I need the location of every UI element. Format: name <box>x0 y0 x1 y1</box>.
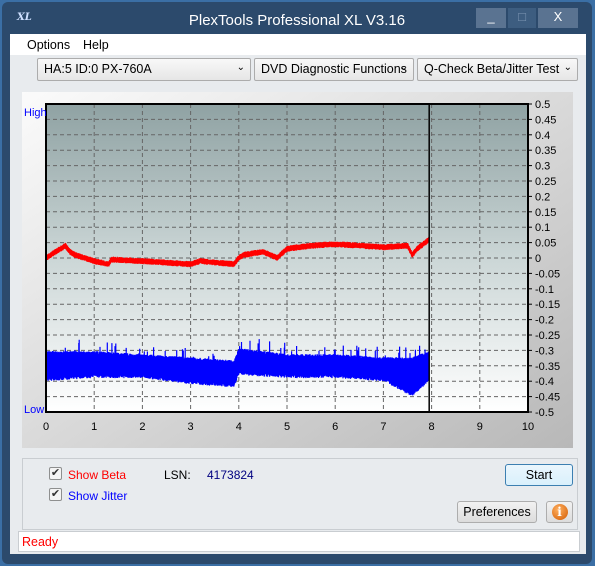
status-bar: Ready <box>18 531 580 552</box>
x-tick-label: 2 <box>139 421 145 433</box>
menu-bar: Options Help <box>10 34 586 55</box>
show-jitter-label[interactable]: Show Jitter <box>68 489 127 503</box>
x-tick-label: 0 <box>43 421 49 433</box>
lsn-label: LSN: <box>164 468 191 482</box>
app-window: XL PlexTools Professional XL V3.16 _ □ X… <box>2 2 592 564</box>
function-value: DVD Diagnostic Functions <box>261 62 407 76</box>
drive-value: HA:5 ID:0 PX-760A <box>44 62 152 76</box>
y-tick-label: 0.35 <box>535 145 556 157</box>
show-beta-checkbox[interactable]: ✔ <box>49 467 62 480</box>
lsn-value: 4173824 <box>207 468 254 482</box>
x-tick-label: 10 <box>522 421 534 433</box>
show-beta-label[interactable]: Show Beta <box>68 468 126 482</box>
controls-group: ✔ Show Beta ✔ Show Jitter LSN: 4173824 S… <box>22 458 578 530</box>
y-tick-label: -0.45 <box>535 392 560 404</box>
y-tick-label: -0.25 <box>535 330 560 342</box>
y-tick-label: 0.5 <box>535 99 550 111</box>
preferences-button[interactable]: Preferences <box>457 501 537 523</box>
y-tick-label: -0.05 <box>535 268 560 280</box>
x-tick-label: 9 <box>477 421 483 433</box>
x-tick-label: 7 <box>380 421 386 433</box>
maximize-button[interactable]: □ <box>508 8 536 28</box>
show-jitter-checkbox[interactable]: ✔ <box>49 488 62 501</box>
drive-select[interactable]: HA:5 ID:0 PX-760A ⌄ <box>37 58 251 81</box>
y-tick-label: 0.05 <box>535 238 556 250</box>
y-tick-label: 0 <box>535 253 541 265</box>
test-select[interactable]: Q-Check Beta/Jitter Test ⌄ <box>417 58 578 81</box>
y-tick-label: -0.35 <box>535 361 560 373</box>
x-tick-label: 8 <box>429 421 435 433</box>
test-value: Q-Check Beta/Jitter Test <box>424 62 560 76</box>
high-label: High <box>24 107 47 119</box>
y-tick-label: -0.2 <box>535 315 554 327</box>
y-tick-label: -0.3 <box>535 345 554 357</box>
chevron-down-icon: ⌄ <box>236 62 245 73</box>
y-tick-label: 0.2 <box>535 191 550 203</box>
y-tick-label: 0.15 <box>535 207 556 219</box>
minimize-button[interactable]: _ <box>476 8 506 28</box>
chevron-down-icon: ⌄ <box>563 62 572 73</box>
y-tick-label: -0.4 <box>535 376 554 388</box>
y-tick-label: -0.5 <box>535 407 554 419</box>
y-tick-label: 0.45 <box>535 114 556 126</box>
y-tick-label: 0.3 <box>535 161 550 173</box>
start-button[interactable]: Start <box>505 464 573 486</box>
y-tick-label: -0.1 <box>535 284 554 296</box>
close-button[interactable]: X <box>538 8 578 28</box>
beta-jitter-chart: 0 1 2 3 4 5 6 7 8 9 10 0.5 0.45 0.4 0.35 0.3 0.25 0.2 0.15… <box>24 99 560 433</box>
info-icon: i <box>551 504 568 520</box>
menu-help[interactable]: Help <box>83 38 109 52</box>
y-tick-label: 0.1 <box>535 222 550 234</box>
menu-options[interactable]: Options <box>27 38 70 52</box>
chart-panel: 0 1 2 3 4 5 6 7 8 9 10 0.5 0.45 0.4 0.35 0.3 0.25 0.2 0.15… <box>22 92 573 448</box>
y-tick-label: 0.25 <box>535 176 556 188</box>
y-tick-label: -0.15 <box>535 299 560 311</box>
title-bar[interactable]: XL PlexTools Professional XL V3.16 _ □ X <box>2 2 592 34</box>
x-tick-label: 6 <box>332 421 338 433</box>
x-tick-label: 5 <box>284 421 290 433</box>
low-label: Low <box>24 404 44 416</box>
x-tick-label: 3 <box>188 421 194 433</box>
info-button[interactable]: i <box>546 501 573 523</box>
function-select[interactable]: DVD Diagnostic Functions ⌄ <box>254 58 414 81</box>
chevron-down-icon: ⌄ <box>399 62 408 73</box>
y-tick-label: 0.4 <box>535 130 550 142</box>
x-tick-label: 4 <box>236 421 242 433</box>
x-tick-label: 1 <box>91 421 97 433</box>
